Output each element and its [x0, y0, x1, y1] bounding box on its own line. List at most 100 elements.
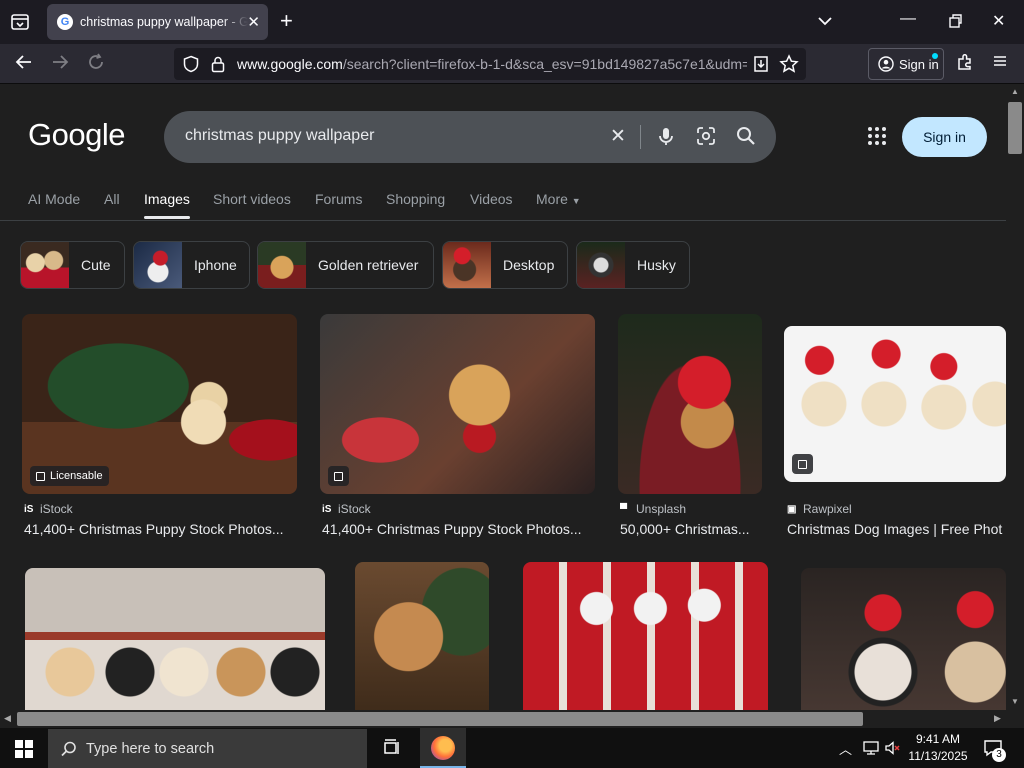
image-icon [36, 471, 45, 481]
volume-muted-icon[interactable] [884, 739, 902, 762]
rawpixel-icon: ▣ [787, 503, 797, 515]
bookmark-star-icon[interactable] [779, 54, 799, 79]
chip-thumbnail [443, 242, 491, 288]
scroll-left-icon[interactable]: ◀ [4, 713, 11, 724]
firefox-account-button[interactable]: Sign in [868, 48, 944, 80]
chip-label: Desktop [503, 257, 555, 273]
tabs-divider [0, 220, 1006, 221]
result-caption[interactable]: 41,400+ Christmas Puppy Stock Photos... [24, 521, 299, 537]
chip-desktop[interactable]: Desktop [442, 241, 568, 289]
scroll-down-icon[interactable]: ▼ [1011, 697, 1019, 706]
chevron-down-icon[interactable] [816, 12, 834, 35]
tracking-protection-icon[interactable] [182, 55, 200, 78]
vertical-scroll-thumb[interactable] [1008, 102, 1022, 154]
url-text[interactable]: www.google.com/search?client=firefox-b-1… [237, 56, 747, 72]
notification-count-badge: 3 [992, 748, 1006, 762]
image-badge [792, 454, 813, 474]
close-tab-icon[interactable]: ✕ [247, 13, 260, 31]
horizontal-scroll-thumb[interactable] [17, 712, 863, 726]
close-window-icon[interactable]: ✕ [992, 11, 1005, 31]
reload-icon[interactable] [84, 52, 108, 76]
istock-icon: iS [24, 503, 34, 515]
address-bar[interactable]: www.google.com/search?client=firefox-b-1… [174, 48, 806, 80]
list-all-tabs-icon[interactable] [10, 12, 30, 37]
chip-iphone[interactable]: Iphone [133, 241, 250, 289]
image-icon [798, 459, 807, 469]
taskbar-search-placeholder: Type here to search [86, 740, 215, 757]
taskbar-search-box[interactable]: Type here to search [48, 729, 367, 768]
result-source[interactable]: ▣ Rawpixel [787, 502, 852, 516]
result-source[interactable]: ▀ Unsplash [620, 502, 686, 516]
tab-title: christmas puppy wallpaper - Google Searc… [80, 15, 248, 29]
search-box[interactable]: christmas puppy wallpaper ✕ [164, 111, 776, 163]
result-image-6[interactable] [355, 562, 489, 710]
horizontal-scrollbar[interactable]: ◀ ▶ [0, 710, 1024, 728]
system-clock[interactable]: 9:41 AM 11/13/2025 [906, 731, 970, 765]
restore-icon[interactable] [946, 12, 964, 35]
result-image-3[interactable] [618, 314, 762, 494]
scroll-up-icon[interactable]: ▲ [1011, 87, 1019, 96]
google-apps-icon[interactable] [866, 125, 890, 149]
browser-tab-active[interactable]: G christmas puppy wallpaper - Google Sea… [47, 4, 268, 40]
tab-images[interactable]: Images [144, 191, 190, 219]
unsplash-icon: ▀ [620, 503, 628, 515]
tab-more[interactable]: More ▼ [536, 191, 581, 207]
browser-navigation-bar: www.google.com/search?client=firefox-b-1… [0, 44, 1024, 84]
tab-videos[interactable]: Videos [470, 191, 513, 207]
result-image-1[interactable]: Licensable [22, 314, 297, 494]
firefox-signin-label: Sign in [899, 56, 939, 72]
notification-dot [932, 53, 938, 59]
chip-thumbnail [577, 242, 625, 288]
extensions-icon[interactable] [953, 52, 977, 76]
voice-search-icon[interactable] [654, 125, 678, 149]
vertical-scrollbar[interactable]: ▲ ▼ [1006, 85, 1024, 710]
image-badge [328, 466, 349, 486]
tab-ai-mode[interactable]: AI Mode [28, 191, 80, 207]
task-view-icon[interactable] [382, 738, 402, 763]
chip-golden-retriever[interactable]: Golden retriever [257, 241, 434, 289]
chip-thumbnail [134, 242, 182, 288]
google-logo[interactable]: Google [28, 117, 125, 153]
result-caption[interactable]: Christmas Dog Images | Free Phot [787, 521, 1006, 537]
network-icon[interactable] [862, 739, 880, 762]
result-caption[interactable]: 41,400+ Christmas Puppy Stock Photos... [322, 521, 597, 537]
menu-icon[interactable] [988, 52, 1012, 76]
windows-start-icon[interactable] [15, 740, 33, 763]
result-image-8[interactable] [801, 568, 1006, 710]
forward-icon[interactable] [48, 52, 72, 76]
chip-label: Cute [81, 257, 111, 273]
tab-short-videos[interactable]: Short videos [213, 191, 291, 207]
lock-icon[interactable] [210, 55, 226, 78]
clock-time: 9:41 AM [915, 732, 961, 746]
result-image-4[interactable] [784, 326, 1006, 482]
tab-shopping[interactable]: Shopping [386, 191, 445, 207]
google-signin-button[interactable]: Sign in [902, 117, 987, 157]
istock-icon: iS [322, 503, 332, 515]
result-source[interactable]: iS iStock [24, 502, 73, 516]
search-input[interactable]: christmas puppy wallpaper [185, 127, 374, 145]
scroll-right-icon[interactable]: ▶ [994, 713, 1001, 724]
licensable-badge: Licensable [30, 466, 109, 486]
search-icon [60, 740, 78, 762]
result-source[interactable]: iS iStock [322, 502, 371, 516]
clear-search-icon[interactable]: ✕ [606, 125, 630, 149]
search-icon[interactable] [734, 125, 758, 149]
chip-label: Husky [637, 257, 676, 273]
minimize-icon[interactable]: — [900, 10, 916, 28]
tab-all[interactable]: All [104, 191, 120, 207]
lens-search-icon[interactable] [694, 125, 718, 149]
new-tab-icon[interactable]: + [280, 10, 293, 32]
firefox-icon [431, 736, 455, 760]
windows-taskbar: Type here to search ︿ 9:41 AM 11/13/2025… [0, 728, 1024, 768]
chip-cute[interactable]: Cute [20, 241, 125, 289]
result-image-2[interactable] [320, 314, 595, 494]
show-hidden-icons-chevron-icon[interactable]: ︿ [839, 739, 852, 758]
result-image-5[interactable] [25, 568, 325, 710]
save-page-icon[interactable] [751, 54, 771, 79]
back-icon[interactable] [12, 52, 36, 76]
firefox-taskbar-button[interactable] [420, 728, 466, 768]
result-image-7[interactable] [523, 562, 768, 710]
tab-forums[interactable]: Forums [315, 191, 362, 207]
chip-husky[interactable]: Husky [576, 241, 690, 289]
result-caption[interactable]: 50,000+ Christmas... [620, 521, 762, 537]
